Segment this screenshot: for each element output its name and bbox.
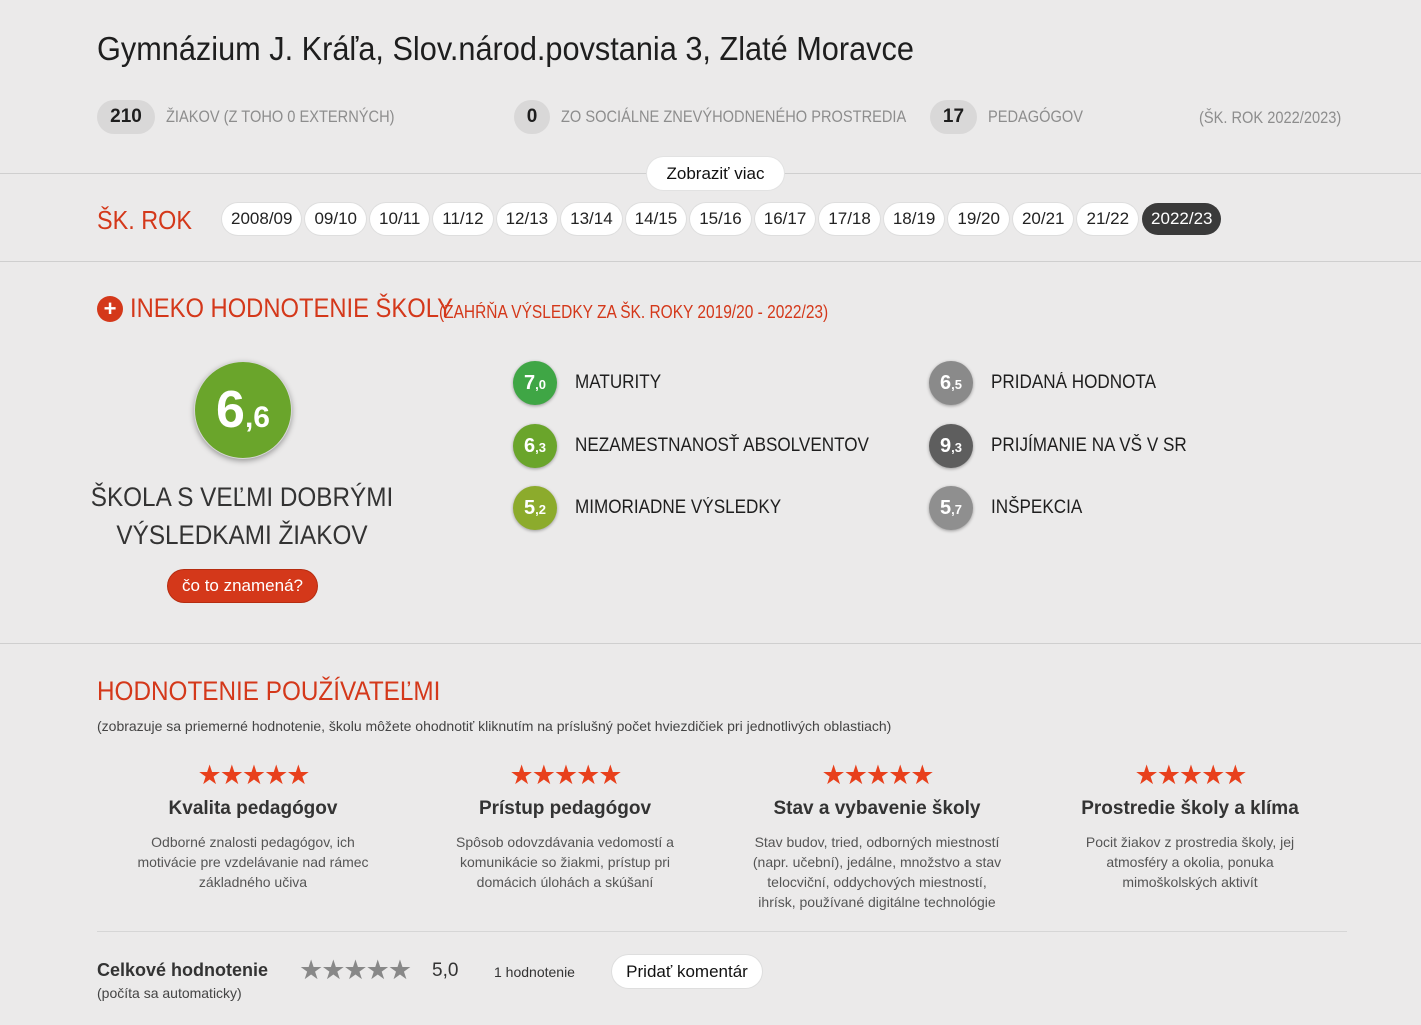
- criterion-score-dec: ,3: [951, 440, 962, 455]
- year-tab[interactable]: 17/18: [819, 203, 880, 235]
- category-title: Kvalita pedagógov: [168, 798, 338, 819]
- criterion-row[interactable]: 6,3 NEZAMESTNANOSŤ ABSOLVENTOV: [513, 424, 902, 468]
- rating-category: ★★★★★ Kvalita pedagógov Odborné znalosti…: [103, 760, 403, 892]
- criterion-score-dec: ,0: [535, 377, 546, 392]
- star-rating-icon[interactable]: ★★★★★: [727, 760, 1027, 790]
- users-rating-title: HODNOTENIE POUŽÍVATEĽMI: [97, 676, 441, 706]
- year-tab[interactable]: 12/13: [496, 203, 558, 235]
- year-tab[interactable]: 16/17: [754, 203, 816, 235]
- divider: [97, 931, 1347, 932]
- criterion-row[interactable]: 6,5 PRIDANÁ HODNOTA: [929, 361, 1174, 405]
- students-count: 210: [97, 100, 155, 134]
- criterion-label: INŠPEKCIA: [991, 497, 1083, 518]
- year-tab[interactable]: 11/12: [433, 203, 493, 235]
- criterion-label: MATURITY: [575, 372, 662, 393]
- criterion-score: 6,5: [929, 361, 973, 405]
- year-tab-active[interactable]: 2022/23: [1142, 203, 1222, 235]
- rating-category: ★★★★★ Prístup pedagógov Spôsob odovzdáva…: [415, 760, 715, 892]
- star-rating-icon[interactable]: ★★★★★: [415, 760, 715, 790]
- criterion-score-int: 7: [524, 372, 536, 394]
- year-tab[interactable]: 21/22: [1077, 203, 1139, 235]
- criterion-score-int: 9: [940, 435, 952, 457]
- criterion-score-dec: ,7: [951, 502, 962, 517]
- total-rating-sublabel: (počíta sa automaticky): [97, 985, 242, 1001]
- criterion-row[interactable]: 7,0 MATURITY: [513, 361, 671, 405]
- year-tab[interactable]: 14/15: [625, 203, 687, 235]
- criterion-label: PRIDANÁ HODNOTA: [991, 372, 1157, 393]
- category-title: Stav a vybavenie školy: [773, 798, 981, 819]
- page-title: Gymnázium J. Kráľa, Slov.národ.povstania…: [97, 30, 914, 67]
- overall-score-dec: ,6: [244, 401, 270, 434]
- category-title: Prostredie školy a klíma: [1081, 798, 1299, 819]
- criterion-score-int: 5: [524, 497, 536, 519]
- students-label: ŽIAKOV (Z TOHO 0 EXTERNÝCH): [166, 107, 395, 126]
- criterion-score: 6,3: [513, 424, 557, 468]
- criterion-label: NEZAMESTNANOSŤ ABSOLVENTOV: [575, 435, 869, 456]
- category-description: Pocit žiakov z prostredia školy, jej atm…: [1085, 834, 1295, 890]
- criterion-score: 9,3: [929, 424, 973, 468]
- year-selector: 2008/09 09/10 10/11 11/12 12/13 13/14 14…: [222, 203, 1222, 235]
- criterion-label: MIMORIADNE VÝSLEDKY: [575, 497, 782, 518]
- criterion-score-dec: ,5: [951, 377, 962, 392]
- criterion-score-int: 6: [940, 372, 952, 394]
- school-year-note: (ŠK. ROK 2022/2023): [1199, 108, 1342, 127]
- criterion-score-int: 6: [524, 435, 536, 457]
- category-title: Prístup pedagógov: [478, 798, 652, 819]
- school-year-label: ŠK. ROK: [97, 205, 192, 235]
- year-tab[interactable]: 15/16: [690, 203, 751, 235]
- overall-score-badge: 6,6: [194, 361, 292, 459]
- criterion-row[interactable]: 5,7 INŠPEKCIA: [929, 486, 1092, 530]
- overall-score-int: 6: [216, 381, 245, 439]
- criterion-score: 5,2: [513, 486, 557, 530]
- year-tab[interactable]: 2008/09: [222, 203, 302, 235]
- divider: [0, 261, 1421, 262]
- year-tab[interactable]: 19/20: [948, 203, 1009, 235]
- category-description: Odborné znalosti pedagógov, ich motiváci…: [137, 834, 369, 890]
- criterion-score: 5,7: [929, 486, 973, 530]
- disadvantaged-label: ZO SOCIÁLNE ZNEVÝHODNENÉHO PROSTREDIA: [561, 107, 907, 126]
- star-rating-icon[interactable]: ★★★★★: [1040, 760, 1340, 790]
- criterion-row[interactable]: 9,3 PRIJÍMANIE NA VŠ V SR: [929, 424, 1209, 468]
- users-rating-note: (zobrazuje sa priemerné hodnotenie, škol…: [97, 718, 892, 734]
- year-tab[interactable]: 20/21: [1012, 203, 1074, 235]
- year-tab[interactable]: 10/11: [370, 203, 430, 235]
- year-tab[interactable]: 18/19: [883, 203, 945, 235]
- total-star-icon: ★★★★★: [299, 955, 412, 985]
- category-description: Spôsob odovzdávania vedomostí a komuniká…: [456, 834, 674, 890]
- star-rating-icon[interactable]: ★★★★★: [103, 760, 403, 790]
- total-rating-label: Celkové hodnotenie: [97, 960, 269, 980]
- show-more-button[interactable]: Zobraziť viac: [647, 157, 784, 190]
- criterion-row[interactable]: 5,2 MIMORIADNE VÝSLEDKY: [513, 486, 804, 530]
- criterion-score-dec: ,2: [535, 502, 546, 517]
- criterion-score: 7,0: [513, 361, 557, 405]
- teachers-count: 17: [930, 100, 977, 134]
- what-it-means-button[interactable]: čo to znamená?: [168, 570, 317, 602]
- ineko-subtitle: (ZAHŔŇA VÝSLEDKY ZA ŠK. ROKY 2019/20 - 2…: [439, 302, 829, 322]
- plus-icon[interactable]: +: [97, 296, 123, 322]
- criterion-score-dec: ,3: [535, 440, 546, 455]
- year-tab[interactable]: 09/10: [305, 203, 366, 235]
- ineko-title: INEKO HODNOTENIE ŠKOLY: [130, 293, 454, 323]
- divider: [0, 643, 1421, 644]
- teachers-label: PEDAGÓGOV: [988, 107, 1084, 126]
- total-rating-value: 5,0: [432, 960, 459, 981]
- criterion-label: PRIJÍMANIE NA VŠ V SR: [991, 435, 1187, 456]
- year-tab[interactable]: 13/14: [561, 203, 622, 235]
- rating-count: 1 hodnotenie: [494, 964, 575, 980]
- rating-category: ★★★★★ Prostredie školy a klíma Pocit žia…: [1040, 760, 1340, 892]
- criterion-score-int: 5: [940, 497, 952, 519]
- category-description: Stav budov, tried, odborných miestností …: [752, 834, 1002, 910]
- add-comment-button[interactable]: Pridať komentár: [612, 955, 762, 988]
- disadvantaged-count: 0: [514, 100, 550, 134]
- school-verdict: ŠKOLA S VEĽMI DOBRÝMI VÝSLEDKAMI ŽIAKOV: [90, 482, 394, 550]
- rating-category: ★★★★★ Stav a vybavenie školy Stav budov,…: [727, 760, 1027, 912]
